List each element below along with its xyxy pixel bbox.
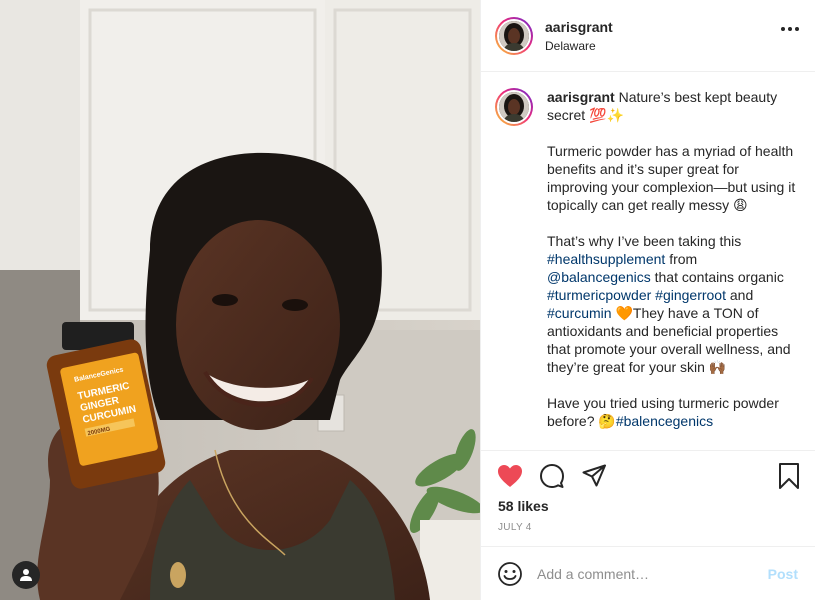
hashtag-balencegenics[interactable]: #balencegenics <box>616 413 713 429</box>
hashtag-healthsupplement[interactable]: #healthsupplement <box>547 251 665 267</box>
caption-text-segment: That’s why I’ve been taking this <box>547 233 742 249</box>
hashtag-turmericpowder[interactable]: #turmericpowder <box>547 287 651 303</box>
hashtag-curcumin[interactable]: #curcumin <box>547 305 612 321</box>
action-bar: 58 likes JULY 4 <box>481 450 815 546</box>
comment-input[interactable]: Add a comment… <box>537 566 768 582</box>
caption-avatar[interactable] <box>495 88 533 126</box>
avatar-image <box>499 92 529 122</box>
post-photo[interactable]: BalanceGenics TURMERIC GINGER CURCUMIN 2… <box>0 0 480 600</box>
avatar-image <box>499 20 529 51</box>
user-tag-button[interactable] <box>12 561 40 589</box>
avatar[interactable] <box>495 16 533 55</box>
header-username[interactable]: aarisgrant <box>545 18 613 36</box>
caption-text-segment: from <box>665 251 698 267</box>
more-horizontal-icon[interactable] <box>781 27 799 31</box>
comment-bar: Add a comment… Post <box>481 546 815 600</box>
caption-paragraph-2: Turmeric powder has a myriad of health b… <box>547 143 796 213</box>
photo-illustration: BalanceGenics TURMERIC GINGER CURCUMIN 2… <box>0 0 480 600</box>
mention-balancegenics[interactable]: @balancegenics <box>547 269 651 285</box>
bookmark-icon[interactable] <box>776 463 802 489</box>
header-location[interactable]: Delaware <box>545 38 613 54</box>
heart-icon[interactable] <box>497 463 523 489</box>
emoji-icon[interactable] <box>497 561 523 587</box>
caption-username[interactable]: aarisgrant <box>547 89 615 105</box>
caption-area: aarisgrant Nature’s best kept beauty sec… <box>481 72 815 450</box>
post-side-panel: aarisgrant Delaware aarisgrant Nature’s <box>480 0 815 600</box>
post-header: aarisgrant Delaware <box>481 0 815 72</box>
hashtag-gingerroot[interactable]: #gingerroot <box>655 287 726 303</box>
caption-text: aarisgrant Nature’s best kept beauty sec… <box>547 88 802 448</box>
caption-text-segment: that contains organic <box>650 269 784 285</box>
post-date[interactable]: JULY 4 <box>498 522 532 533</box>
post-button[interactable]: Post <box>768 566 798 582</box>
person-icon <box>20 569 32 581</box>
caption-paragraph-4: Have you tried using turmeric powder bef… <box>547 394 802 430</box>
comment-icon[interactable] <box>539 463 565 489</box>
likes-count[interactable]: 58 likes <box>498 498 549 514</box>
caption-paragraph-3: That’s why I’ve been taking this #health… <box>547 232 802 376</box>
caption-text-segment: and <box>725 287 754 303</box>
share-icon[interactable] <box>581 463 607 489</box>
